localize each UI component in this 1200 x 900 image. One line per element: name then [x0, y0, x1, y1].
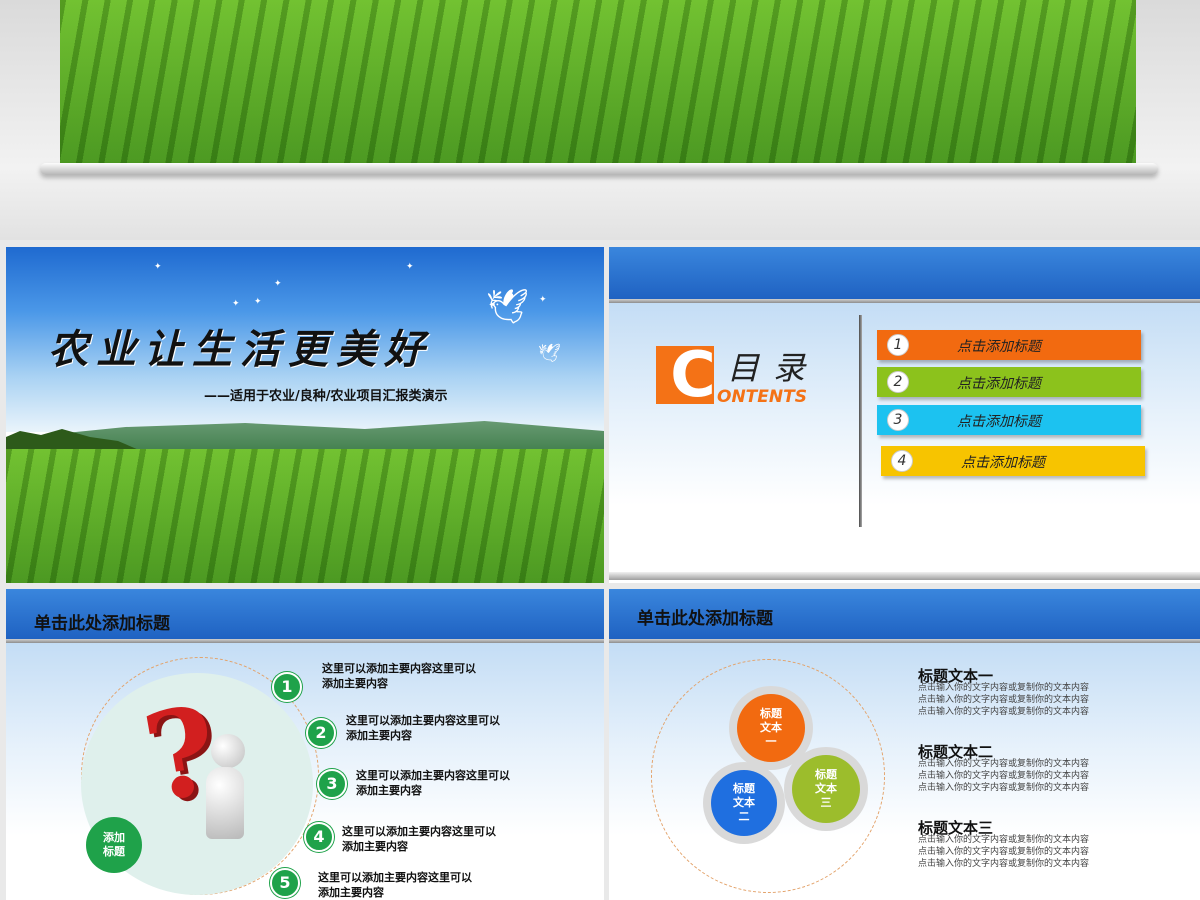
number-badge: 2	[306, 718, 336, 748]
field-background	[6, 449, 604, 583]
item-text: 这里可以添加主要内容这里可以 添加主要内容	[322, 662, 476, 690]
add-title-circle[interactable]: 添加 标题	[86, 817, 142, 873]
star-icon: ✦	[274, 279, 282, 289]
dove-icon: 🕊	[538, 343, 561, 364]
toc-label: 点击添加标题	[957, 376, 1041, 392]
toc-number: 3	[887, 409, 909, 431]
contents-slide[interactable]: C 目录 ONTENTS 1 点击添加标题 2 点击添加标题 3 点击添加标题 …	[609, 247, 1200, 583]
item-text: 这里可以添加主要内容这里可以 添加主要内容	[346, 714, 500, 742]
item-text: 这里可以添加主要内容这里可以 添加主要内容	[318, 871, 472, 899]
item-text: 这里可以添加主要内容这里可以 添加主要内容	[356, 769, 510, 797]
number-badge: 1	[272, 672, 302, 702]
toc-number: 1	[887, 334, 909, 356]
presentation-subtitle: ——适用于农业/良种/农业项目汇报类演示	[204, 389, 448, 404]
item-text: 这里可以添加主要内容这里可以 添加主要内容	[342, 825, 496, 853]
toc-item-1[interactable]: 1 点击添加标题	[877, 330, 1141, 360]
top-banner	[0, 0, 1200, 240]
top-field-image	[60, 0, 1136, 165]
toc-item-2[interactable]: 2 点击添加标题	[877, 367, 1141, 397]
star-icon: ✦	[154, 262, 162, 272]
top-shelf	[40, 163, 1158, 175]
slide-header	[609, 247, 1200, 299]
toc-item-4[interactable]: 4 点击添加标题	[881, 446, 1145, 476]
slide-title: 单击此处添加标题	[637, 609, 773, 629]
toc-number: 4	[891, 450, 913, 472]
toc-label: 点击添加标题	[957, 339, 1041, 355]
c-letter: C	[670, 338, 716, 411]
title-ball-3[interactable]: 标题 文本 三	[792, 755, 860, 823]
number-badge: 5	[270, 868, 300, 898]
slide-title: 单击此处添加标题	[34, 614, 170, 634]
figure-head	[211, 734, 245, 768]
star-icon: ✦	[254, 297, 262, 307]
block-description: 点击输入你的文字内容或复制你的文本内容 点击输入你的文字内容或复制你的文本内容 …	[918, 759, 1090, 793]
figure-body	[206, 767, 244, 839]
contents-subtitle: ONTENTS	[717, 387, 807, 407]
contents-c-logo: C	[656, 338, 716, 411]
number-badge: 3	[317, 769, 347, 799]
venn-slide[interactable]: 单击此处添加标题 标题 文本 一 标题 文本 二 标题 文本 三 标题文本一 点…	[609, 589, 1200, 900]
dove-icon: 🕊	[486, 287, 530, 327]
bottom-bar	[609, 572, 1200, 580]
star-icon: ✦	[539, 295, 547, 305]
star-icon: ✦	[232, 299, 240, 309]
vertical-divider	[859, 315, 862, 527]
toc-item-3[interactable]: 3 点击添加标题	[877, 405, 1141, 435]
block-description: 点击输入你的文字内容或复制你的文本内容 点击输入你的文字内容或复制你的文本内容 …	[918, 683, 1090, 717]
toc-label: 点击添加标题	[957, 414, 1041, 430]
star-icon: ✦	[406, 262, 414, 272]
toc-label: 点击添加标题	[961, 455, 1045, 471]
presentation-title: 农业让生活更美好	[48, 326, 432, 373]
block-description: 点击输入你的文字内容或复制你的文本内容 点击输入你的文字内容或复制你的文本内容 …	[918, 835, 1090, 869]
title-slide[interactable]: ✦ ✦ ✦ ✦ ✦ ✦ 🕊 🕊 农业让生活更美好 ——适用于农业/良种/农业项目…	[6, 247, 604, 583]
number-badge: 4	[304, 822, 334, 852]
questions-slide[interactable]: 单击此处添加标题 ? 添加 标题 1 这里可以添加主要内容这里可以 添加主要内容…	[6, 589, 604, 900]
title-ball-2[interactable]: 标题 文本 二	[711, 770, 777, 836]
contents-title: 目录	[727, 349, 820, 387]
toc-number: 2	[887, 371, 909, 393]
title-ball-1[interactable]: 标题 文本 一	[737, 694, 805, 762]
